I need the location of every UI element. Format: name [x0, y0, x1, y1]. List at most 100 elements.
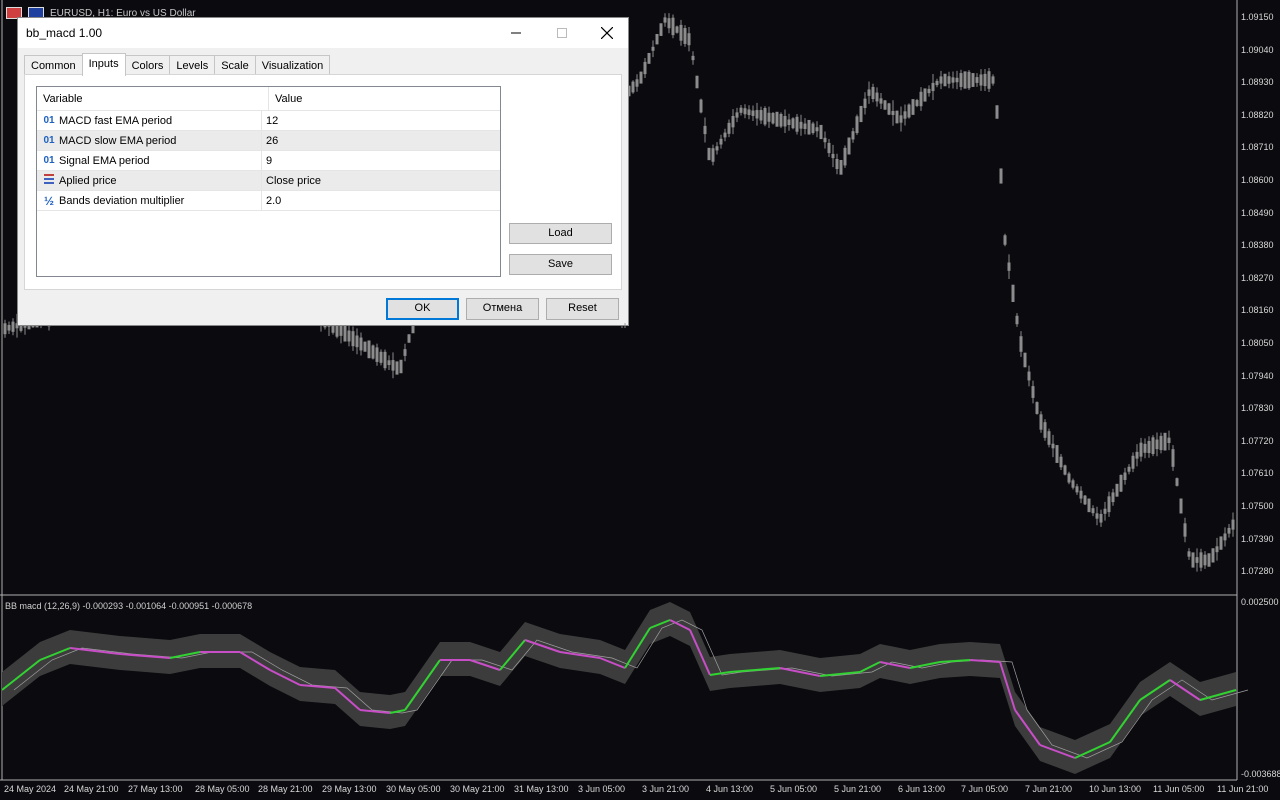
candle-body: [1019, 336, 1023, 352]
candle-body: [843, 147, 847, 166]
candle-body: [771, 112, 775, 124]
time-label: 24 May 21:00: [64, 784, 119, 794]
candle-body: [1031, 386, 1035, 398]
candle-body: [395, 361, 399, 375]
candle-body: [651, 46, 655, 51]
candle-body: [1047, 431, 1051, 445]
row-value[interactable]: 12: [262, 115, 278, 127]
candle-body: [987, 71, 991, 89]
candle-body: [759, 110, 763, 121]
candle-body: [999, 168, 1003, 184]
candle-body: [891, 110, 895, 116]
candle-body: [859, 105, 863, 123]
candle-body: [1147, 440, 1151, 454]
row-value[interactable]: 2.0: [262, 195, 281, 207]
candle-body: [1163, 432, 1167, 451]
candle-body: [1231, 519, 1235, 530]
price-label: 1.07720: [1241, 435, 1274, 446]
candle-body: [1127, 466, 1131, 472]
table-row[interactable]: 01 Signal EMA period 9: [37, 151, 500, 171]
candle-body: [407, 334, 411, 343]
time-label: 4 Jun 13:00: [706, 784, 754, 794]
resize-grip-icon[interactable]: [619, 316, 627, 328]
candle-body: [1107, 496, 1111, 513]
tab-colors[interactable]: Colors: [124, 55, 171, 76]
maximize-icon[interactable]: [539, 18, 585, 48]
candle-body: [1103, 508, 1107, 514]
candle-body: [1139, 442, 1143, 457]
candle-body: [355, 335, 359, 348]
candle-body: [951, 77, 955, 83]
time-label: 28 May 21:00: [258, 784, 313, 794]
candle-body: [923, 88, 927, 102]
candle-body: [939, 76, 943, 84]
close-icon[interactable]: [584, 18, 630, 48]
candle-body: [711, 148, 715, 162]
dialog-title: bb_macd 1.00: [26, 26, 103, 40]
enum-icon: [41, 174, 57, 187]
candle-body: [375, 347, 379, 362]
candle-body: [739, 107, 743, 113]
candle-body: [1027, 371, 1031, 381]
minimize-icon[interactable]: [493, 18, 539, 48]
candle-body: [1195, 557, 1199, 563]
candle-body: [1083, 495, 1087, 505]
candle-body: [927, 88, 931, 94]
candle-body: [1059, 456, 1063, 468]
candle-body: [1151, 437, 1155, 455]
table-row[interactable]: 01 MACD slow EMA period 26: [37, 131, 500, 151]
indicator-properties-dialog: bb_macd 1.00 Common Inputs Colors Levels…: [17, 17, 629, 328]
candle-body: [351, 331, 355, 347]
candle-body: [1011, 284, 1015, 302]
candle-body: [903, 111, 907, 119]
time-label: 5 Jun 05:00: [770, 784, 818, 794]
dialog-titlebar[interactable]: bb_macd 1.00: [18, 18, 628, 48]
candle-body: [631, 81, 635, 93]
table-row[interactable]: Aplied price Close price: [37, 171, 500, 191]
row-variable: Signal EMA period: [59, 154, 150, 167]
row-value[interactable]: 9: [262, 155, 272, 167]
table-row[interactable]: ½ Bands deviation multiplier 2.0: [37, 191, 500, 211]
candle-body: [863, 98, 867, 109]
candle-body: [1183, 523, 1187, 537]
candle-body: [363, 341, 367, 352]
candle-body: [1099, 513, 1103, 523]
tab-common[interactable]: Common: [24, 55, 83, 76]
candle-body: [371, 345, 375, 359]
candle-body: [1203, 554, 1207, 566]
table-row[interactable]: 01 MACD fast EMA period 12: [37, 111, 500, 131]
candle-body: [399, 359, 403, 374]
candle-body: [1051, 443, 1055, 449]
candle-body: [715, 146, 719, 151]
candle-body: [1135, 451, 1139, 459]
candle-body: [899, 115, 903, 123]
save-button[interactable]: Save: [509, 254, 612, 275]
price-label: 1.07280: [1241, 566, 1274, 577]
integer-icon: 01: [43, 135, 55, 146]
candle-body: [347, 330, 351, 342]
header-value[interactable]: Value: [269, 87, 302, 110]
candle-body: [779, 113, 783, 127]
reset-button[interactable]: Reset: [546, 298, 619, 320]
header-variable[interactable]: Variable: [37, 87, 269, 110]
tab-levels[interactable]: Levels: [169, 55, 216, 76]
candle-body: [947, 76, 951, 84]
cancel-button[interactable]: Отмена: [466, 298, 539, 320]
candle-body: [875, 92, 879, 102]
candle-body: [775, 111, 779, 127]
row-value[interactable]: Close price: [262, 175, 321, 187]
candle-body: [979, 74, 983, 86]
candle-body: [983, 73, 987, 87]
candle-body: [1115, 483, 1119, 497]
candle-body: [1095, 513, 1099, 519]
row-value[interactable]: 26: [262, 135, 278, 147]
tab-inputs[interactable]: Inputs: [81, 53, 126, 76]
tab-visualization[interactable]: Visualization: [254, 55, 331, 76]
candle-body: [403, 349, 407, 356]
ok-button[interactable]: OK: [386, 298, 459, 320]
tab-scale[interactable]: Scale: [214, 55, 256, 76]
candle-body: [995, 105, 999, 119]
candle-body: [379, 351, 383, 363]
load-button[interactable]: Load: [509, 223, 612, 244]
candle-body: [1215, 546, 1219, 553]
